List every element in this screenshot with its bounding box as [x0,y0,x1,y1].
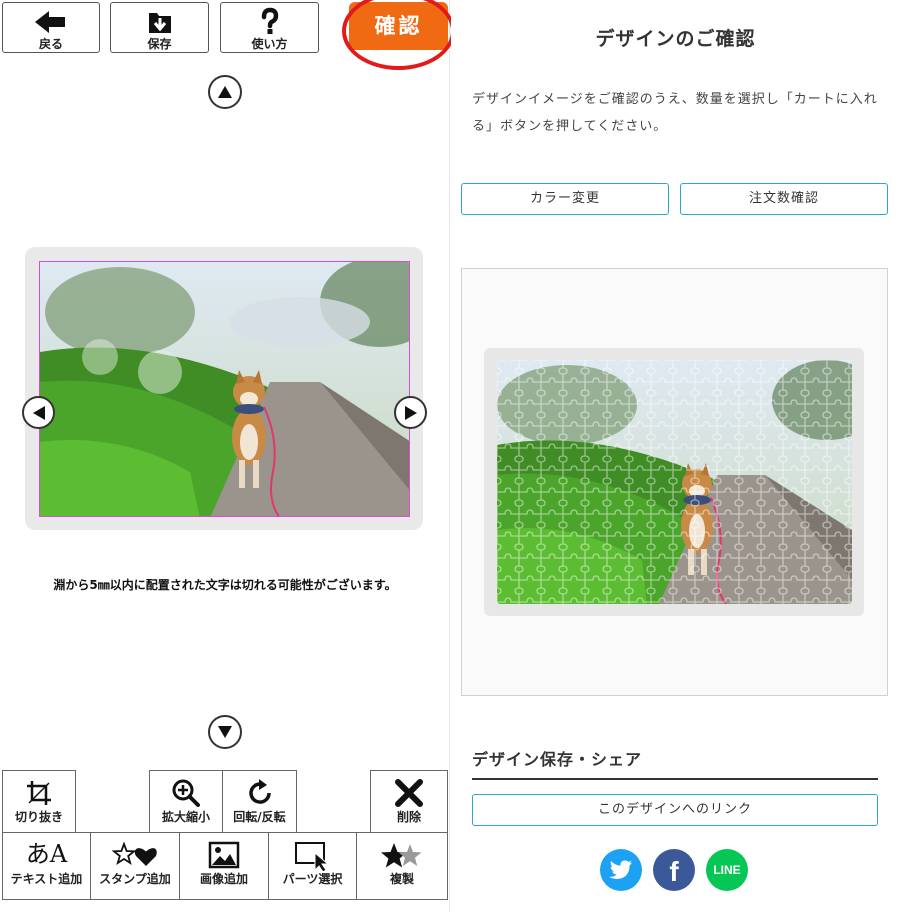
image-icon [180,839,268,871]
share-section-title: デザイン保存・シェア [472,746,878,780]
text-icon: あA [25,840,68,868]
delete-label: 削除 [396,810,421,824]
twitter-share-button[interactable] [600,849,642,891]
twitter-icon [609,860,632,879]
confirm-title: デザインのご確認 [595,28,756,50]
confirm-panel: デザインのご確認 デザインイメージをご確認のうえ、数量を選択し「カートに入れる」… [451,0,900,912]
help-label: 使い方 [251,37,288,51]
design-editor: 戻る 保存 使い方 確認 淵から5㎜以内に配置された文字は切れる可能性がございま… [0,0,455,912]
add-text-button[interactable]: あA テキスト追加 [2,832,91,900]
add-text-label: テキスト追加 [10,872,83,886]
save-label: 保存 [147,37,172,51]
facebook-share-button[interactable]: f [653,849,695,891]
design-photo[interactable] [39,261,410,517]
add-image-button[interactable]: 画像追加 [179,832,269,900]
back-label: 戻る [38,37,63,51]
line-share-button[interactable]: LINE [706,849,748,891]
chevron-right-icon [404,405,417,420]
line-icon: LINE [713,863,741,877]
rotate-label: 回転/反転 [233,810,286,824]
duplicate-button[interactable]: 複製 [356,832,448,900]
save-icon [111,7,208,37]
facebook-icon: f [669,856,679,887]
preview-puzzle-image [497,360,852,604]
zoom-tool-button[interactable]: 拡大縮小 [149,770,223,833]
select-parts-button[interactable]: パーツ選択 [268,832,357,900]
add-stamp-button[interactable]: スタンプ追加 [90,832,180,900]
duplicate-icon [357,839,447,871]
color-change-button[interactable]: カラー変更 [461,183,669,215]
question-icon [221,7,318,37]
delete-icon [371,777,447,809]
select-parts-label: パーツ選択 [282,872,343,886]
delete-tool-button[interactable]: 削除 [370,770,448,833]
chevron-up-icon [218,86,232,98]
design-preview [461,268,888,696]
move-right-button[interactable] [394,396,427,429]
zoom-label: 拡大縮小 [161,810,210,824]
design-link-button[interactable]: このデザインへのリンク [472,794,878,826]
confirm-button[interactable]: 確認 [349,2,448,50]
stamp-icon [91,839,179,871]
help-button[interactable]: 使い方 [220,2,319,53]
chevron-down-icon [218,726,232,738]
add-stamp-label: スタンプ追加 [99,872,171,886]
crop-tool-button[interactable]: 切り抜き [2,770,76,833]
save-button[interactable]: 保存 [110,2,209,53]
chevron-left-icon [32,405,45,420]
back-button[interactable]: 戻る [2,2,100,53]
back-arrow-icon [3,7,99,37]
parts-select-icon [269,839,356,873]
move-up-button[interactable] [208,75,242,109]
edge-warning-text: 淵から5㎜以内に配置された文字は切れる可能性がございます。 [53,578,397,592]
move-left-button[interactable] [22,396,55,429]
move-down-button[interactable] [208,715,242,749]
rotate-icon [223,777,296,809]
duplicate-label: 複製 [389,872,414,886]
rotate-tool-button[interactable]: 回転/反転 [222,770,297,833]
confirm-description: デザインイメージをご確認のうえ、数量を選択し「カートに入れる」ボタンを押してくだ… [472,92,878,134]
crop-icon [3,777,75,809]
crop-label: 切り抜き [14,810,63,824]
add-image-label: 画像追加 [199,872,248,886]
order-quantity-button[interactable]: 注文数確認 [680,183,888,215]
zoom-icon [150,777,222,809]
